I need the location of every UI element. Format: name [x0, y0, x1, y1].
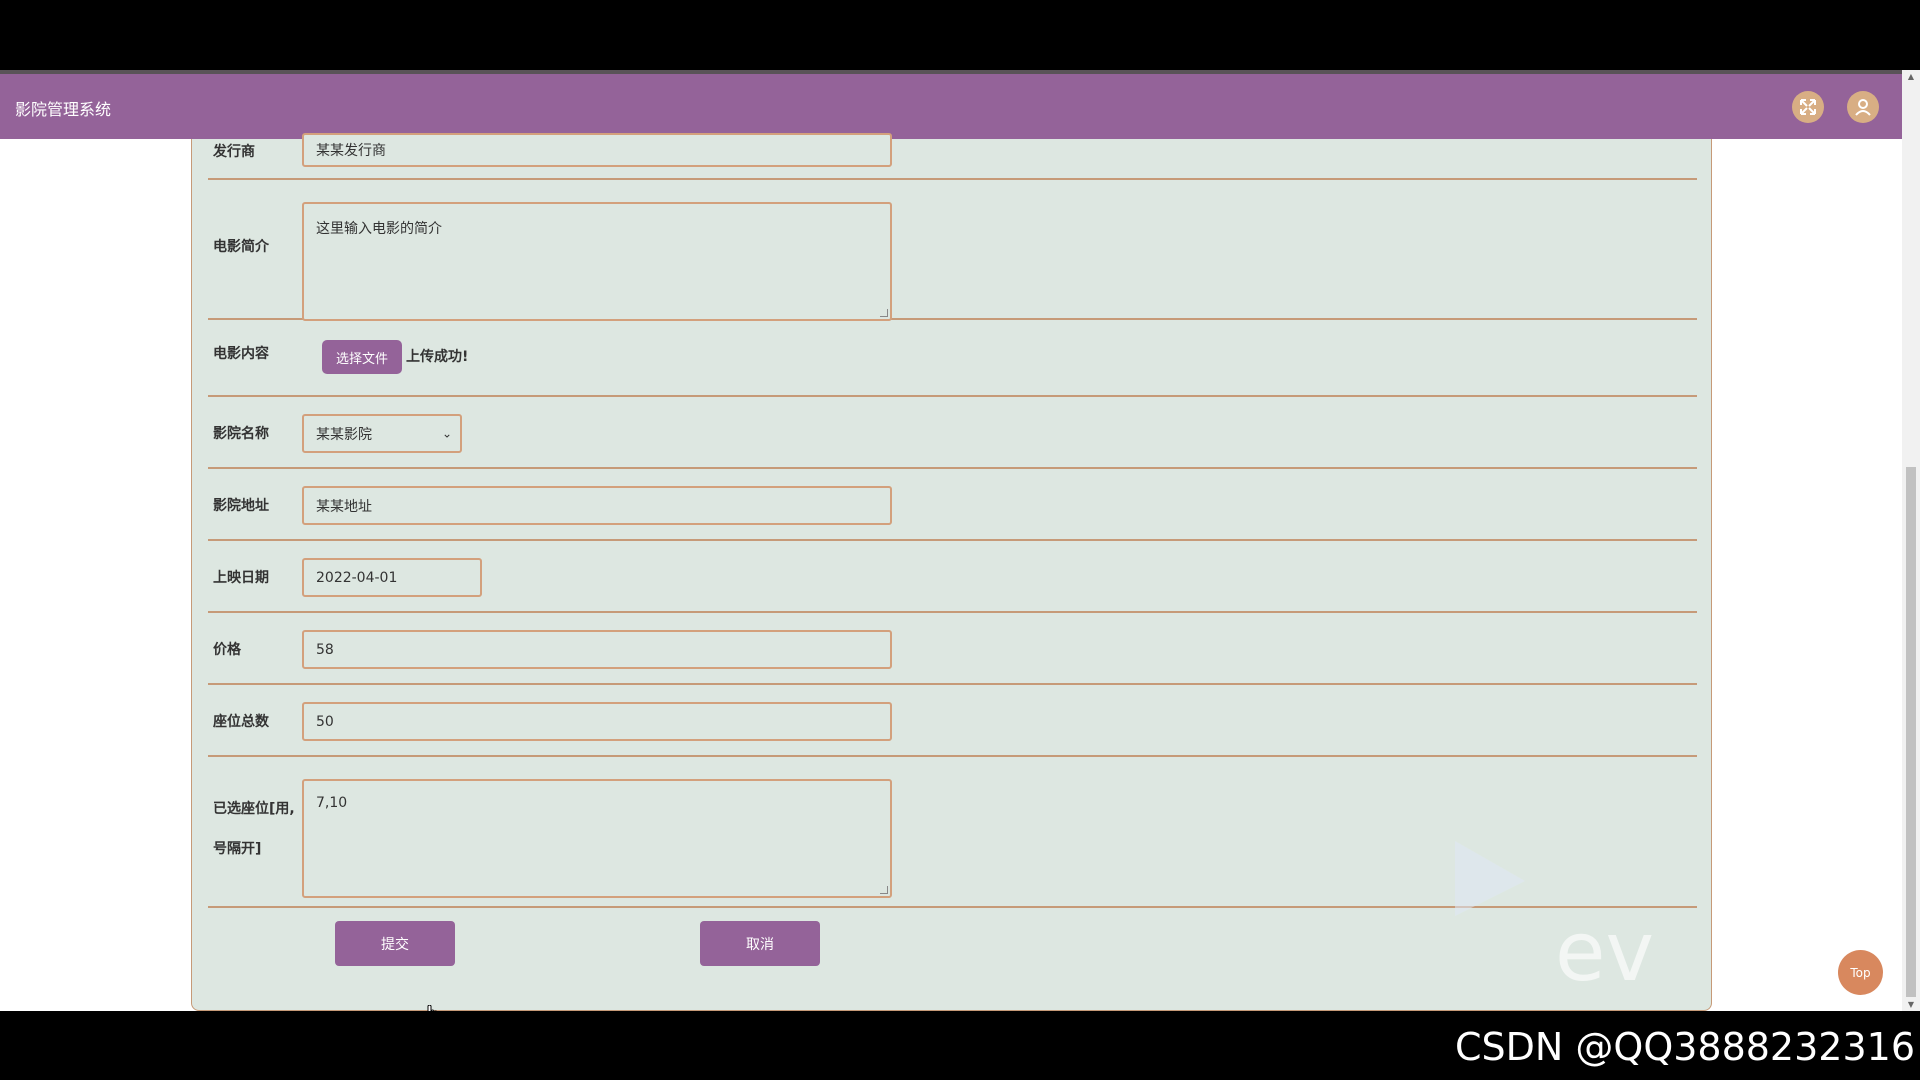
release-date-label: 上映日期 — [213, 570, 269, 586]
publisher-value: 某某发行商 — [316, 143, 386, 159]
synopsis-value: 这里输入电影的简介 — [316, 221, 442, 237]
publisher-input[interactable]: 某某发行商 — [302, 133, 892, 167]
selected-seats-value: 7,10 — [316, 795, 348, 811]
expand-icon — [1800, 99, 1816, 115]
user-icon — [1855, 99, 1871, 116]
cinema-address-row: 影院地址 某某地址 — [208, 471, 1697, 541]
cinema-address-value: 某某地址 — [316, 498, 372, 515]
watermark-text: ev — [1555, 905, 1654, 1000]
publisher-label: 发行商 — [213, 144, 255, 160]
price-row: 价格 58 — [208, 615, 1697, 685]
vertical-scrollbar[interactable]: ▲ ▼ — [1902, 70, 1920, 1011]
resize-handle[interactable] — [880, 886, 888, 894]
cinema-address-label: 影院地址 — [213, 498, 269, 514]
scroll-down-icon[interactable]: ▼ — [1906, 1000, 1916, 1009]
user-menu-button[interactable] — [1847, 91, 1879, 123]
price-label: 价格 — [213, 642, 241, 658]
total-seats-row: 座位总数 50 — [208, 687, 1697, 757]
cancel-button[interactable]: 取消 — [700, 921, 820, 966]
selected-seats-label-line2: 号隔开] — [213, 841, 262, 857]
publisher-row: 发行商 某某发行商 — [208, 133, 1697, 180]
upload-status: 上传成功! — [406, 349, 469, 365]
browser-viewport: 影院管理系统 发行商 某某发行商 电影简介 这里输入电影的简介 电影内容 选择文 — [0, 70, 1920, 1011]
total-seats-input[interactable]: 50 — [302, 702, 892, 741]
resize-handle[interactable] — [880, 309, 888, 317]
hand-cursor-icon — [427, 1005, 437, 1011]
price-value: 58 — [316, 641, 334, 658]
content-label: 电影内容 — [213, 346, 269, 362]
release-date-input[interactable]: 2022-04-01 — [302, 558, 482, 597]
synopsis-label: 电影简介 — [213, 239, 269, 255]
watermark-play-icon — [1455, 841, 1525, 916]
submit-button[interactable]: 提交 — [335, 921, 455, 966]
choose-file-button[interactable]: 选择文件 — [322, 340, 402, 374]
content-row: 电影内容 选择文件 上传成功! — [208, 322, 1697, 397]
app-title: 影院管理系统 — [15, 100, 112, 119]
cinema-name-select[interactable]: 某某影院 ⌄ — [302, 414, 462, 453]
fullscreen-button[interactable] — [1792, 91, 1824, 123]
cinema-name-value: 某某影院 — [316, 426, 372, 443]
video-top-bar — [0, 0, 1920, 70]
total-seats-label: 座位总数 — [213, 714, 269, 730]
price-input[interactable]: 58 — [302, 630, 892, 669]
selected-seats-textarea[interactable]: 7,10 — [302, 779, 892, 898]
back-to-top-button[interactable]: Top — [1838, 950, 1883, 995]
cinema-name-row: 影院名称 某某影院 ⌄ — [208, 399, 1697, 469]
footer-credit: CSDN @QQ3888232316 — [1454, 1025, 1915, 1069]
cinema-address-input[interactable]: 某某地址 — [302, 486, 892, 525]
cinema-name-label: 影院名称 — [213, 426, 269, 442]
release-date-row: 上映日期 2022-04-01 — [208, 543, 1697, 613]
scroll-thumb[interactable] — [1906, 467, 1916, 997]
release-date-value: 2022-04-01 — [316, 569, 398, 586]
chevron-down-icon: ⌄ — [441, 425, 452, 440]
total-seats-value: 50 — [316, 713, 334, 730]
app-header: 影院管理系统 — [0, 74, 1902, 139]
synopsis-row: 电影简介 这里输入电影的简介 — [208, 182, 1697, 321]
scroll-up-icon[interactable]: ▲ — [1906, 72, 1916, 81]
selected-seats-label-line1: 已选座位[用, — [213, 801, 295, 817]
synopsis-textarea[interactable]: 这里输入电影的简介 — [302, 202, 892, 321]
